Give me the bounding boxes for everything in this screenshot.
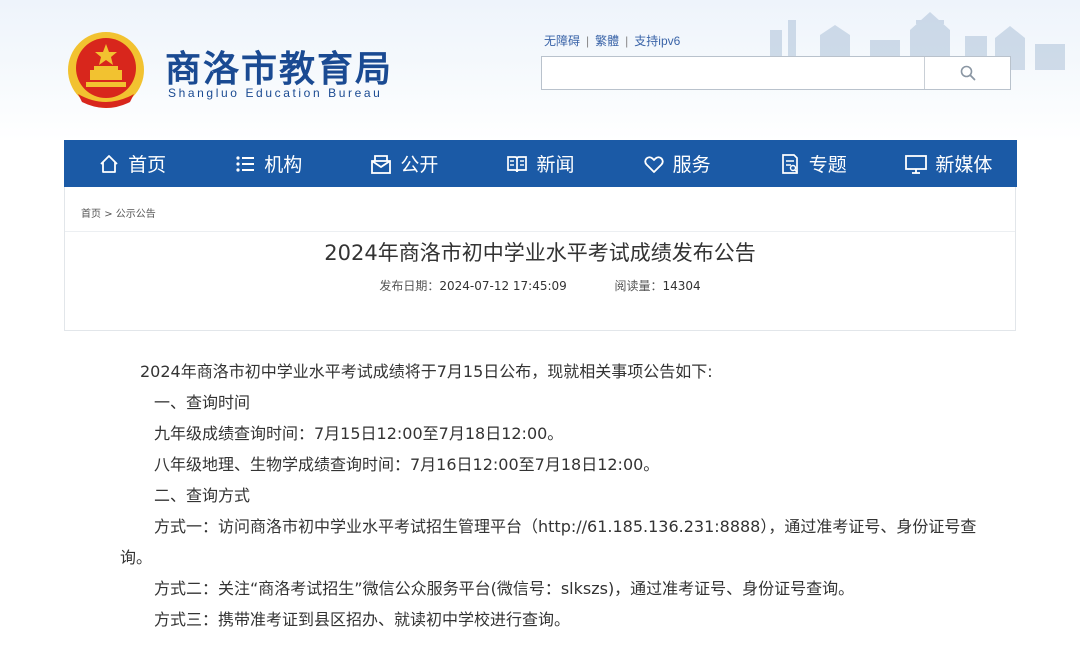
site-name-english: Shangluo Education Bureau (168, 86, 383, 100)
nav-item-new-media[interactable]: 新媒体 (881, 140, 1017, 187)
breadcrumb: 首页 > 公示公告 (81, 205, 156, 220)
nav-item-label: 服务 (672, 154, 711, 176)
article-title: 2024年商洛市初中学业水平考试成绩发布公告 (324, 241, 756, 265)
ipv6-link[interactable]: 支持ipv6 (634, 34, 680, 48)
article-paragraph: 2024年商洛市初中学业水平考试成绩将于7月15日公布，现就相关事项公告如下: (140, 362, 713, 381)
nav-item-public[interactable]: 公开 (336, 140, 472, 187)
nav-item-news[interactable]: 新闻 (472, 140, 608, 187)
view-count-value: 14304 (662, 279, 701, 293)
article-section-heading: 二、查询方式 (154, 486, 251, 505)
site-name: 商洛市教育局 (165, 49, 394, 90)
search-button[interactable] (924, 57, 1010, 89)
article-meta: 发布日期：2024-07-12 17:45:09 阅读量：14304 (65, 277, 1015, 294)
search-box (541, 56, 1011, 90)
main-nav: 首页 机构 公开 新闻 服务 专题 新媒体 (64, 140, 1017, 187)
article-paragraph: 方式一：访问商洛市初中学业水平考试招生管理平台（http://61.185.13… (120, 517, 977, 567)
article-header-panel: 首页 > 公示公告 2024年商洛市初中学业水平考试成绩发布公告 发布日期：20… (64, 187, 1016, 331)
traditional-chinese-link[interactable]: 繁體 (595, 34, 619, 48)
article-paragraph: 八年级地理、生物学成绩查询时间：7月16日12:00至7月18日12:00。 (154, 455, 660, 474)
heart-icon (643, 155, 664, 173)
accessibility-link[interactable]: 无障碍 (544, 34, 580, 48)
nav-item-label: 新闻 (536, 154, 575, 176)
breadcrumb-home-link[interactable]: 首页 (81, 209, 101, 220)
view-count-label: 阅读量： (614, 279, 663, 293)
document-icon (781, 153, 798, 174)
site-header: 商洛市教育局 Shangluo Education Bureau 无障碍 | 繁體 |… (0, 0, 1080, 140)
article-section-heading: 一、查询时间 (154, 393, 251, 412)
national-emblem-icon (68, 32, 144, 108)
article-paragraph: 方式三：携带准考证到县区招办、就读初中学校进行查询。 (154, 610, 571, 629)
nav-item-topics[interactable]: 专题 (745, 140, 881, 187)
nav-item-label: 首页 (128, 154, 167, 176)
monitor-icon (905, 154, 928, 174)
link-separator: | (586, 34, 590, 48)
search-input[interactable] (542, 57, 924, 89)
nav-item-label: 公开 (400, 154, 439, 176)
nav-item-service[interactable]: 服务 (609, 140, 745, 187)
nav-item-label: 机构 (264, 154, 303, 176)
nav-item-organization[interactable]: 机构 (200, 140, 336, 187)
breadcrumb-separator: > (104, 209, 113, 220)
link-separator: | (625, 34, 629, 48)
breadcrumb-current-link[interactable]: 公示公告 (116, 209, 156, 220)
publish-date-label: 发布日期： (379, 279, 440, 293)
divider (65, 231, 1015, 232)
article-paragraph: 方式二：关注“商洛考试招生”微信公众服务平台(微信号：slkszs)，通过准考证… (154, 579, 855, 598)
home-icon (100, 154, 118, 173)
nav-item-label: 新媒体 (935, 154, 993, 176)
nav-item-label: 专题 (808, 154, 847, 176)
publish-date-value: 2024-07-12 17:45:09 (439, 279, 567, 293)
article-body: 2024年商洛市初中学业水平考试成绩将于7月15日公布，现就相关事项公告如下: … (120, 356, 980, 635)
book-icon (507, 155, 528, 172)
envelope-icon (371, 154, 392, 174)
top-links: 无障碍 | 繁體 | 支持ipv6 (544, 32, 680, 49)
article-paragraph: 九年级成绩查询时间：7月15日12:00至7月18日12:00。 (154, 424, 564, 443)
list-icon (236, 155, 255, 172)
search-icon (960, 65, 975, 81)
nav-item-home[interactable]: 首页 (64, 140, 200, 187)
